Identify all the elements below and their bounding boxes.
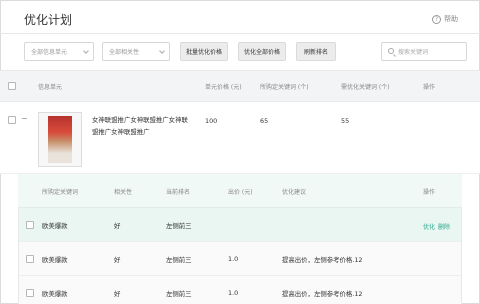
- header-need-optimize-keywords: 需优化关键词 (个): [341, 84, 390, 91]
- sub-header-rank: 当前排名: [166, 189, 191, 196]
- select-all-checkbox[interactable]: [8, 82, 16, 90]
- relevance-filter-select[interactable]: 全部相关性: [102, 42, 170, 61]
- bought-keywords-value: 65: [260, 117, 269, 125]
- search-placeholder: 搜索关键词: [398, 49, 429, 56]
- keyword-row-checkbox[interactable]: [26, 221, 34, 229]
- keyword-row-checkbox[interactable]: [26, 255, 34, 263]
- rank-value: 左侧前三: [166, 256, 192, 264]
- help-link[interactable]: ? 帮助: [432, 14, 458, 24]
- sub-header-relevance: 相关性: [114, 189, 133, 196]
- keyword-search-input[interactable]: 搜索关键词: [381, 42, 467, 61]
- keyword-row: [19, 276, 461, 304]
- chevron-down-icon: [83, 48, 89, 54]
- sub-header-keyword: 所购定关键词: [42, 189, 79, 196]
- sub-header-suggestion: 优化建议: [282, 189, 307, 196]
- suggestion-text: 提高出价，左侧参考价格.12: [282, 290, 363, 298]
- sub-header-action: 操作: [423, 189, 436, 196]
- unit-filter-select[interactable]: 全部信息单元: [24, 42, 94, 61]
- help-label: 帮助: [444, 15, 458, 23]
- keyword-text: 欧美爆款: [42, 290, 68, 298]
- row-checkbox[interactable]: [8, 116, 16, 124]
- rank-value: 左侧前三: [166, 222, 192, 230]
- need-optimize-keywords-value: 55: [341, 117, 350, 125]
- page-title: 优化计划: [24, 13, 73, 27]
- relevance-filter-value: 全部相关性: [109, 49, 140, 56]
- product-thumbnail: [38, 112, 82, 167]
- bid-value: 1.0: [228, 289, 239, 297]
- header-action: 操作: [423, 84, 436, 91]
- keyword-text: 欧美爆款: [42, 222, 68, 230]
- batch-optimize-price-button[interactable]: 批量优化价格: [180, 42, 228, 61]
- keyword-row: [19, 242, 461, 276]
- header-unit-price: 单元价格 (元): [205, 84, 242, 91]
- search-icon: [388, 48, 394, 54]
- suggestion-text: 提高出价，左侧参考价格.12: [282, 256, 363, 264]
- delete-link[interactable]: 删除: [438, 222, 450, 231]
- product-name: 女神联盟推广女神联盟推广女神联盟推广女神联盟推广: [92, 116, 188, 136]
- chevron-down-icon: [159, 48, 165, 54]
- sub-header-bid: 出价 (元): [228, 189, 253, 196]
- bid-value: 1.0: [228, 255, 239, 263]
- title-divider: [0, 33, 480, 34]
- relevance-value: 好: [114, 222, 121, 230]
- header-unit: 信息单元: [38, 84, 63, 91]
- unit-price-value: 100: [205, 117, 218, 125]
- header-bought-keywords: 所购定关键词 (个): [260, 84, 309, 91]
- help-icon: ?: [432, 14, 441, 24]
- optimize-all-price-button[interactable]: 优化全部价格: [238, 42, 286, 61]
- relevance-value: 好: [114, 256, 121, 264]
- keyword-row: [19, 208, 461, 242]
- optimize-link[interactable]: 优化: [423, 222, 435, 231]
- keyword-text: 欧美爆款: [42, 256, 68, 264]
- keyword-row-checkbox[interactable]: [26, 289, 34, 297]
- refresh-rank-button[interactable]: 刷新排名: [296, 42, 336, 61]
- unit-filter-value: 全部信息单元: [31, 49, 68, 56]
- collapse-toggle[interactable]: −: [21, 114, 28, 123]
- relevance-value: 好: [114, 290, 121, 298]
- rank-value: 左侧前三: [166, 290, 192, 298]
